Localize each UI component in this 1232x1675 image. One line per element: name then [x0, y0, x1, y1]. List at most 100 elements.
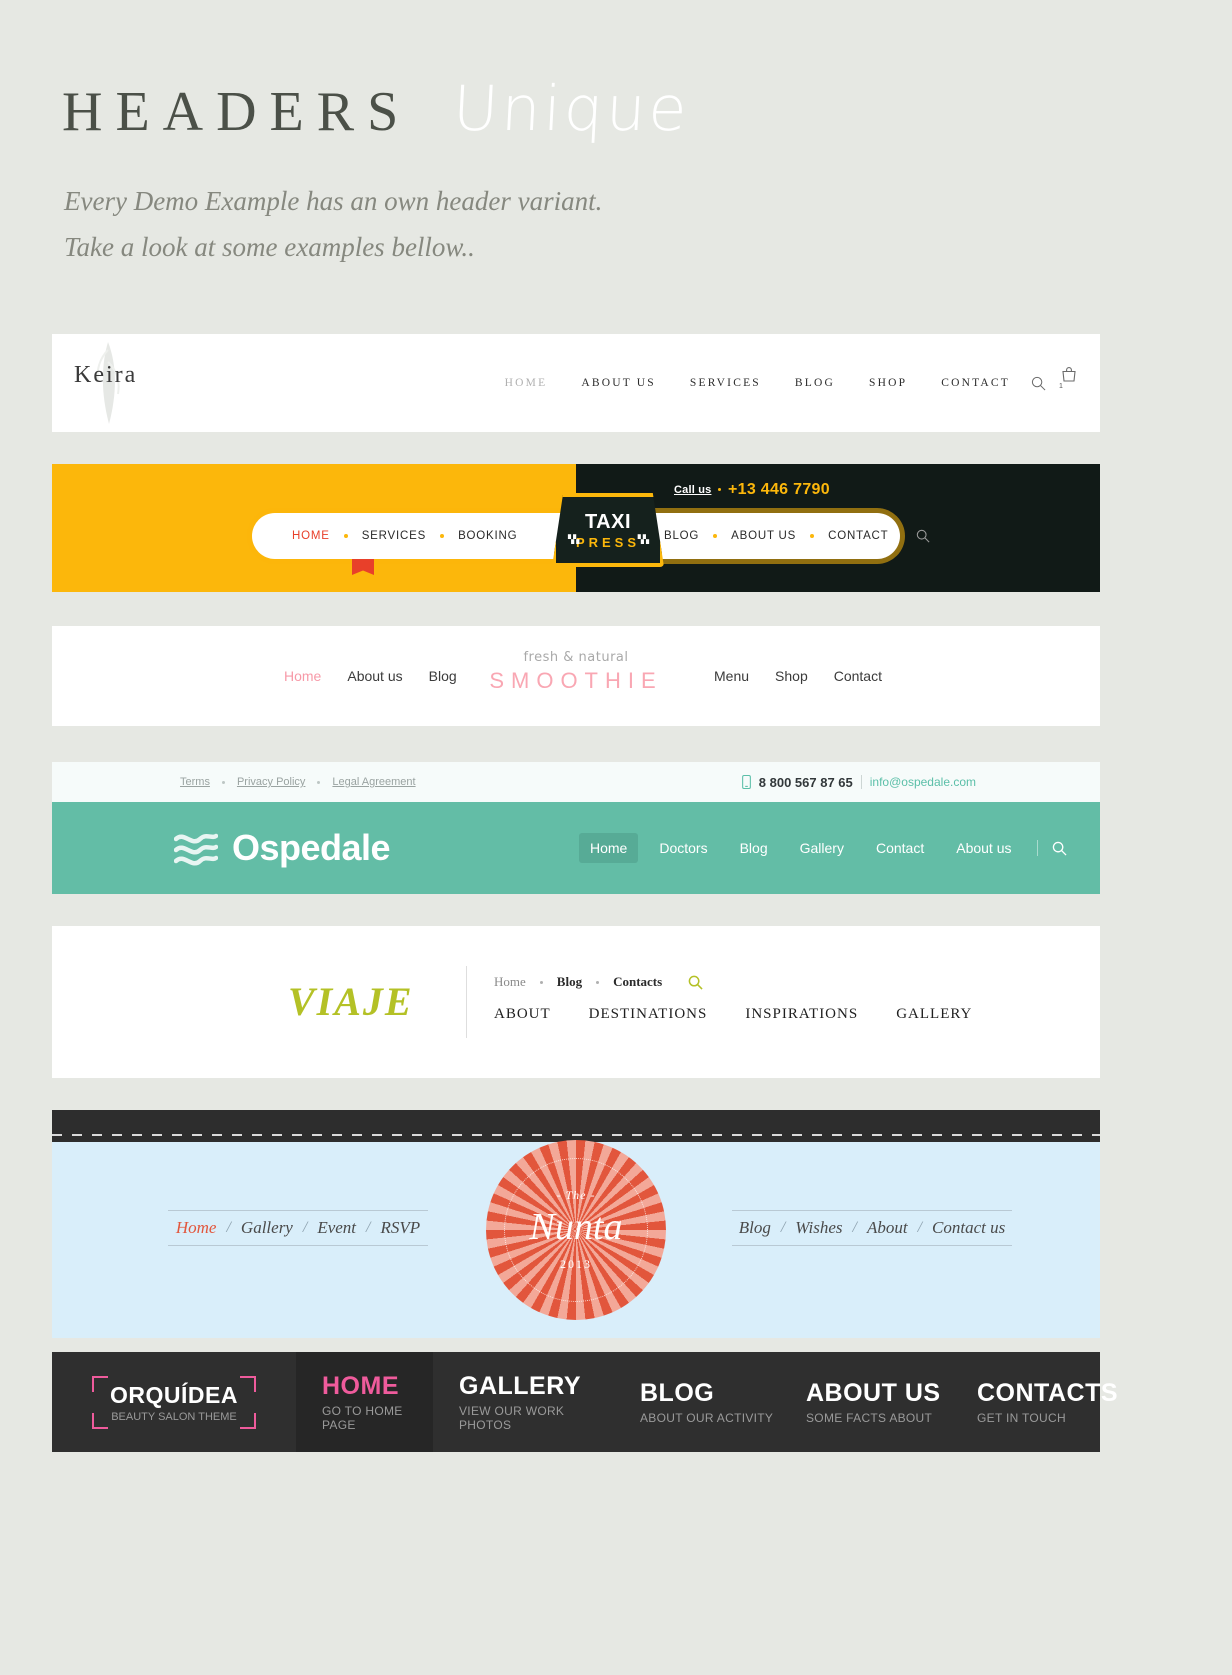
orquidea-brand-name: ORQUÍDEA — [110, 1381, 238, 1408]
nunta-nav-contact-us[interactable]: Contact us — [932, 1218, 1005, 1238]
orquidea-item-gallery[interactable]: GALLERY VIEW OUR WORK PHOTOS — [433, 1352, 614, 1452]
orquidea-brand[interactable]: ORQUÍDEA BEAUTY SALON THEME — [52, 1352, 296, 1452]
dot-separator-icon — [810, 534, 815, 538]
header-orquidea: ORQUÍDEA BEAUTY SALON THEME HOME GO TO H… — [52, 1352, 1118, 1452]
viaje-main-nav: ABOUT DESTINATIONS INSPIRATIONS GALLERY — [494, 1006, 972, 1023]
smoothie-nav-shop[interactable]: Shop — [775, 668, 808, 684]
header-nunta: Home / Gallery / Event / RSVP - The - Nu… — [52, 1110, 1100, 1338]
nunta-nav-blog[interactable]: Blog — [739, 1218, 771, 1238]
taxi-nav-services[interactable]: SERVICES — [362, 530, 426, 542]
keira-nav-blog[interactable]: BLOG — [795, 377, 835, 389]
search-icon[interactable] — [1052, 841, 1067, 856]
viaje-top-nav: Home Blog Contacts — [494, 974, 703, 990]
taxi-nav-about-us[interactable]: ABOUT US — [731, 530, 796, 542]
orquidea-item-sub: GET IN TOUCH — [977, 1411, 1066, 1425]
badge-dotted-ring — [504, 1158, 648, 1302]
viaje-nav-about[interactable]: ABOUT — [494, 1006, 551, 1023]
taxi-nav-left: HOME SERVICES BOOKING — [292, 513, 517, 559]
road-dashes — [52, 1134, 1100, 1136]
ospedale-link-legal-agreement[interactable]: Legal Agreement — [332, 776, 415, 788]
orquidea-brand-sub: BEAUTY SALON THEME — [111, 1410, 237, 1423]
viaje-nav-home[interactable]: Home — [494, 974, 526, 990]
orquidea-item-blog[interactable]: BLOG ABOUT OUR ACTIVITY — [614, 1352, 780, 1452]
keira-logo[interactable]: Keira — [74, 362, 137, 389]
nunta-nav-event[interactable]: Event — [317, 1218, 356, 1238]
ospedale-nav-contact[interactable]: Contact — [865, 833, 935, 863]
road-strip — [52, 1110, 1100, 1142]
dot-separator-icon — [539, 980, 543, 984]
dot-separator-icon — [343, 534, 348, 538]
page-subtitle: Every Demo Example has an own header var… — [64, 178, 602, 270]
taxi-nav-contact[interactable]: CONTACT — [828, 530, 888, 542]
ospedale-phone[interactable]: 8 800 567 87 65 — [759, 775, 853, 790]
slash-separator: / — [917, 1219, 923, 1236]
dot-separator-icon — [596, 980, 600, 984]
bracket-icon-top-right — [239, 1375, 256, 1392]
orquidea-item-about-us[interactable]: ABOUT US SOME FACTS ABOUT — [780, 1352, 951, 1452]
nunta-nav-rsvp[interactable]: RSVP — [380, 1218, 420, 1238]
smoothie-logo[interactable]: fresh & natural SMOOTHIE — [52, 650, 1100, 694]
ospedale-logo[interactable]: Ospedale — [174, 802, 391, 894]
nunta-nav-gallery[interactable]: Gallery — [241, 1218, 293, 1238]
ospedale-nav-gallery[interactable]: Gallery — [789, 833, 855, 863]
taxi-sign-logo[interactable]: ▚▚ ▚▚ TAXI PRESS — [552, 493, 664, 567]
orquidea-brand-frame: ORQUÍDEA BEAUTY SALON THEME — [92, 1375, 256, 1429]
subtitle-line-2: Take a look at some examples bellow.. — [64, 232, 475, 262]
viaje-nav-destinations[interactable]: DESTINATIONS — [589, 1006, 708, 1023]
viaje-nav-blog[interactable]: Blog — [557, 974, 582, 990]
ospedale-legal-links: Terms Privacy Policy Legal Agreement — [180, 762, 416, 802]
keira-nav-shop[interactable]: SHOP — [869, 377, 907, 389]
header-keira: Keira HOME ABOUT US SERVICES BLOG SHOP C… — [52, 334, 1100, 432]
title-headers: HEADERS — [62, 81, 412, 143]
waves-icon — [174, 833, 218, 866]
slash-separator: / — [302, 1219, 308, 1236]
taxi-nav-booking[interactable]: BOOKING — [458, 530, 517, 542]
orquidea-item-title: HOME — [322, 1372, 399, 1400]
viaje-logo[interactable]: VIAJE — [288, 978, 414, 1025]
taxi-phone-number[interactable]: +13 446 7790 — [728, 481, 830, 499]
checker-icon-right: ▚▚ — [637, 535, 649, 544]
keira-nav-services[interactable]: SERVICES — [690, 377, 761, 389]
title-unique: Unique — [451, 72, 692, 145]
dot-separator-icon — [440, 534, 445, 538]
viaje-nav-contacts[interactable]: Contacts — [613, 974, 662, 990]
nunta-nav-about[interactable]: About — [867, 1218, 908, 1238]
ospedale-nav-blog[interactable]: Blog — [729, 833, 779, 863]
slash-separator: / — [226, 1219, 231, 1236]
slash-separator: / — [852, 1219, 857, 1236]
keira-nav-home[interactable]: HOME — [505, 377, 548, 389]
bracket-icon-bottom-right — [239, 1412, 256, 1429]
keira-nav-about-us[interactable]: ABOUT US — [581, 377, 656, 389]
taxi-nav-blog[interactable]: BLOG — [664, 530, 699, 542]
taxi-nav-right: BLOG ABOUT US CONTACT — [664, 513, 930, 559]
phone-icon — [741, 775, 751, 789]
checker-icon-left: ▚▚ — [568, 535, 579, 544]
nunta-nav-home[interactable]: Home — [176, 1218, 217, 1238]
cart-wrap[interactable]: 1 — [1059, 366, 1076, 400]
smoothie-nav-contact[interactable]: Contact — [834, 668, 882, 684]
taxi-call-label: Call us — [674, 484, 712, 496]
orquidea-item-title: BLOG — [640, 1379, 715, 1407]
keira-nav-contact[interactable]: CONTACT — [941, 377, 1010, 389]
smoothie-nav-menu[interactable]: Menu — [714, 668, 749, 684]
taxi-nav-home[interactable]: HOME — [292, 530, 330, 542]
viaje-nav-gallery[interactable]: GALLERY — [896, 1006, 972, 1023]
ospedale-nav: Home Doctors Blog Gallery Contact About … — [579, 802, 1067, 894]
ospedale-link-privacy-policy[interactable]: Privacy Policy — [237, 776, 305, 788]
search-icon[interactable] — [916, 529, 930, 543]
nunta-badge-logo[interactable]: - The - Nunta 2013 — [486, 1140, 666, 1320]
ospedale-nav-doctors[interactable]: Doctors — [648, 833, 718, 863]
cart-icon[interactable] — [1062, 366, 1076, 382]
ospedale-email[interactable]: info@ospedale.com — [870, 775, 976, 789]
search-icon[interactable] — [688, 975, 703, 990]
search-icon[interactable] — [1031, 376, 1046, 391]
orquidea-item-contacts[interactable]: CONTACTS GET IN TOUCH — [951, 1352, 1118, 1452]
header-smoothie: Home About us Blog fresh & natural SMOOT… — [52, 626, 1100, 726]
nunta-nav-wishes[interactable]: Wishes — [795, 1218, 842, 1238]
ospedale-nav-about-us[interactable]: About us — [945, 833, 1022, 863]
ospedale-nav-home[interactable]: Home — [579, 833, 639, 863]
orquidea-item-home[interactable]: HOME GO TO HOME PAGE — [296, 1352, 433, 1452]
viaje-nav-inspirations[interactable]: INSPIRATIONS — [745, 1006, 858, 1023]
ospedale-link-terms[interactable]: Terms — [180, 776, 210, 788]
smoothie-nav-right: Menu Shop Contact — [714, 626, 882, 726]
